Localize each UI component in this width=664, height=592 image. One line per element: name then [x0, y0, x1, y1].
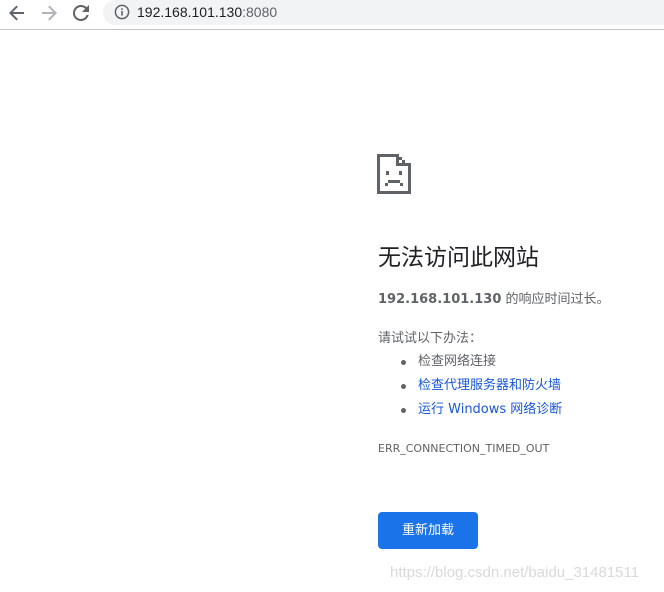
- try-label: 请试试以下办法：: [378, 331, 483, 346]
- bullet-icon: [401, 360, 406, 365]
- watermark: https://blog.csdn.net/baidu_31481511: [390, 564, 640, 581]
- url-text[interactable]: 192.168.101.130:8080: [137, 3, 277, 21]
- info-icon[interactable]: [114, 4, 130, 20]
- address-bar[interactable]: 192.168.101.130:8080: [103, 0, 664, 25]
- error-message-suffix: 的响应时间过长。: [501, 292, 610, 307]
- reload-toolbar-button[interactable]: [70, 2, 92, 24]
- forward-button[interactable]: [38, 2, 60, 24]
- url-port: :8080: [242, 4, 278, 20]
- error-host: 192.168.101.130: [378, 292, 502, 307]
- list-item: 运行 Windows 网络诊断: [378, 400, 562, 424]
- sad-document-icon: [377, 154, 411, 194]
- error-message: 192.168.101.130 的响应时间过长。: [378, 290, 610, 310]
- suggestion-check-network: 检查网络连接: [418, 354, 497, 369]
- url-host: 192.168.101.130: [137, 4, 243, 20]
- bullet-icon: [401, 408, 406, 413]
- suggestion-check-proxy-link[interactable]: 检查代理服务器和防火墙: [418, 378, 561, 393]
- reload-button[interactable]: 重新加载: [378, 512, 478, 549]
- error-code: ERR_CONNECTION_TIMED_OUT: [378, 442, 550, 455]
- list-item: 检查代理服务器和防火墙: [378, 376, 562, 400]
- bullet-icon: [401, 384, 406, 389]
- forward-arrow-icon: [42, 5, 57, 21]
- suggestion-list: 检查网络连接 检查代理服务器和防火墙 运行 Windows 网络诊断: [378, 352, 562, 424]
- suggestion-run-diagnostics-link[interactable]: 运行 Windows 网络诊断: [418, 402, 562, 417]
- list-item: 检查网络连接: [378, 352, 562, 376]
- back-arrow-icon: [9, 5, 24, 21]
- error-title: 无法访问此网站: [378, 245, 539, 271]
- back-button[interactable]: [6, 2, 28, 24]
- browser-toolbar: 192.168.101.130:8080: [0, 0, 664, 30]
- reload-icon: [73, 5, 89, 21]
